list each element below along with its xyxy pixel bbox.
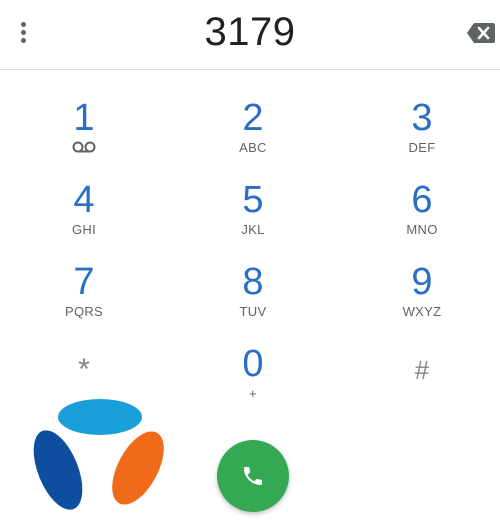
key-hash[interactable]: #	[362, 350, 482, 430]
key-letters: PQRS	[64, 304, 104, 319]
voicemail-icon	[72, 141, 96, 153]
key-8[interactable]: 8 TUV	[193, 262, 313, 342]
bouygues-logo	[33, 399, 164, 510]
menu-dot	[21, 22, 26, 27]
key-digit: 5	[242, 179, 264, 221]
key-7[interactable]: 7 PQRS	[24, 262, 144, 342]
key-letters: JKL	[241, 222, 265, 237]
key-digit: 2	[242, 97, 264, 139]
key-letters: +	[249, 386, 257, 401]
key-digit: 9	[411, 261, 433, 303]
dialed-number-field[interactable]: 3179	[150, 8, 350, 56]
key-letters: TUV	[239, 304, 267, 319]
key-0[interactable]: 0 +	[193, 344, 313, 424]
dialer-header: 3179	[0, 0, 500, 70]
key-digit: *	[78, 353, 90, 386]
key-letters: DEF	[408, 140, 436, 155]
phone-icon	[244, 467, 262, 485]
key-3[interactable]: 3 DEF	[362, 98, 482, 178]
key-digit: 6	[411, 179, 433, 221]
key-digit: 3	[411, 97, 433, 139]
key-5[interactable]: 5 JKL	[193, 180, 313, 260]
key-digit: 4	[73, 179, 95, 221]
key-letters: MNO	[406, 222, 438, 237]
menu-dot	[21, 30, 26, 35]
key-digit: 7	[73, 261, 95, 303]
key-letters: ABC	[239, 140, 267, 155]
key-digit: #	[414, 355, 430, 385]
logo-left-petal	[33, 430, 83, 510]
key-4[interactable]: 4 GHI	[24, 180, 144, 260]
more-options-button[interactable]	[12, 18, 34, 48]
key-digit: 8	[242, 261, 264, 303]
key-letters: WXYZ	[402, 304, 442, 319]
menu-dot	[21, 38, 26, 43]
logo-right-petal	[112, 431, 164, 505]
backspace-icon	[467, 23, 495, 43]
dialer-screen: 3179 1 2 ABC 3 DEF 4 GHI 5 JKL 6 MNO 7 P…	[0, 0, 500, 530]
call-button[interactable]	[217, 440, 289, 512]
key-2[interactable]: 2 ABC	[193, 98, 313, 178]
key-digit: 0	[242, 343, 264, 385]
backspace-button[interactable]	[466, 22, 496, 44]
key-9[interactable]: 9 WXYZ	[362, 262, 482, 342]
logo-top-petal	[58, 399, 142, 435]
key-digit: 1	[73, 97, 95, 139]
key-1[interactable]: 1	[24, 98, 144, 178]
key-6[interactable]: 6 MNO	[362, 180, 482, 260]
key-letters: GHI	[71, 222, 96, 237]
